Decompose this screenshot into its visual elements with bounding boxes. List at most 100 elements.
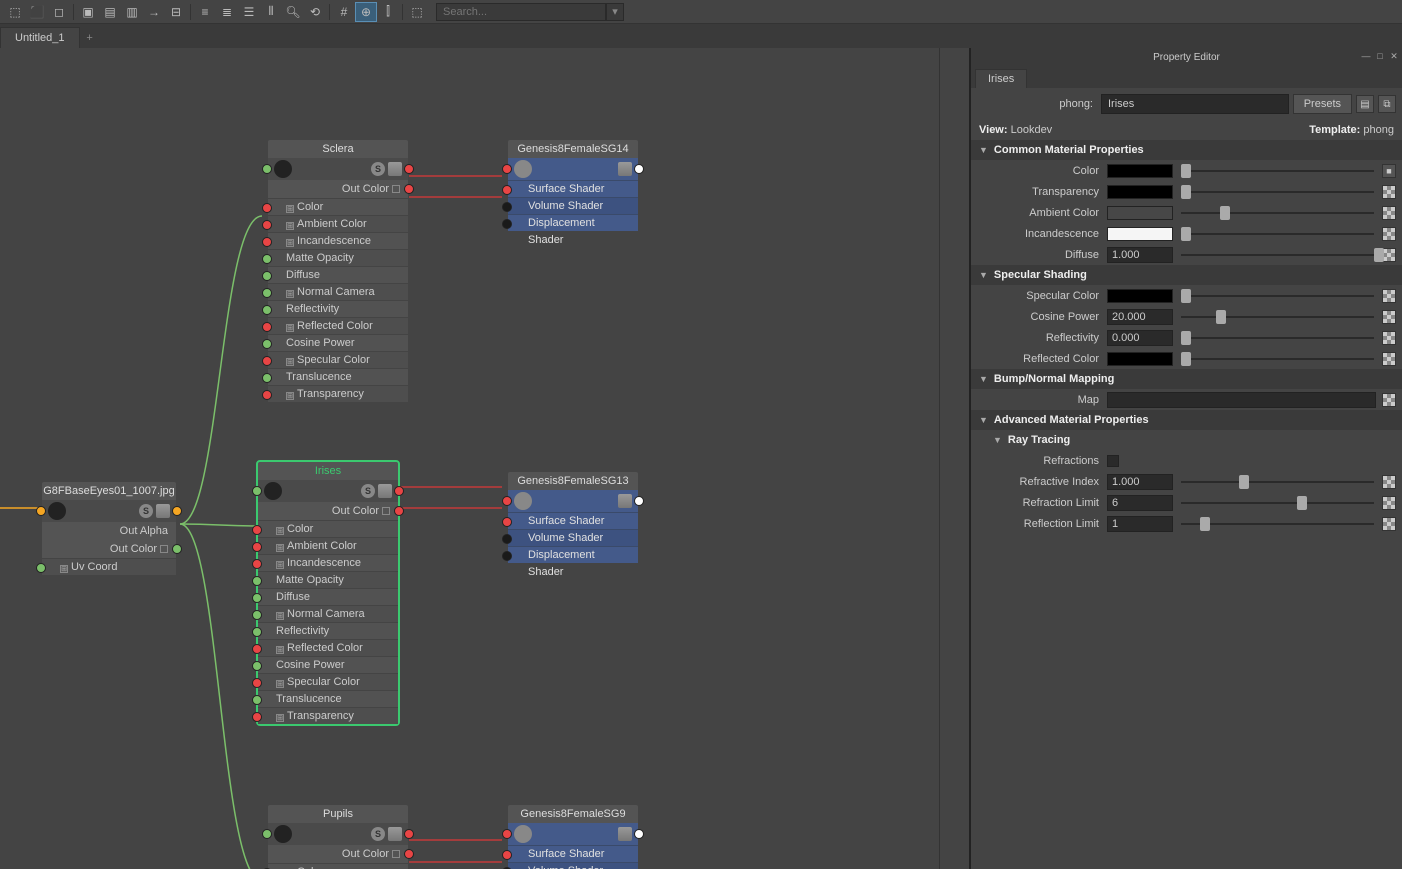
port[interactable] xyxy=(252,644,262,654)
port[interactable] xyxy=(262,305,272,315)
port-out-color[interactable] xyxy=(404,184,414,194)
port-in[interactable] xyxy=(502,496,512,506)
port-out-color[interactable] xyxy=(404,849,414,859)
tool-graph-icon[interactable]: ⊟ xyxy=(165,2,187,22)
refl-limit-input[interactable] xyxy=(1107,516,1173,532)
port-out-color[interactable] xyxy=(172,544,182,554)
slider[interactable] xyxy=(1181,481,1374,483)
tool-frame-icon[interactable]: ◻ xyxy=(48,2,70,22)
tool-layout-icon[interactable]: ⬚ xyxy=(406,2,428,22)
slider[interactable] xyxy=(1181,295,1374,297)
tool-ruler-icon[interactable]: ⫿ xyxy=(377,2,399,22)
map-input[interactable] xyxy=(1107,392,1376,408)
tool-frame-selected-icon[interactable]: ⬛ xyxy=(26,2,48,22)
color-swatch[interactable] xyxy=(1107,289,1173,303)
port-out[interactable] xyxy=(634,496,644,506)
port-out[interactable] xyxy=(394,486,404,496)
color-swatch[interactable] xyxy=(1107,227,1173,241)
slider[interactable] xyxy=(1181,358,1374,360)
show-hide-button[interactable]: ▤ xyxy=(1356,95,1374,113)
map-button[interactable] xyxy=(1382,227,1396,241)
node-sg9[interactable]: Genesis8FemaleSG9 Surface Shader Volume … xyxy=(508,805,638,869)
port-in[interactable] xyxy=(502,164,512,174)
tool-snap-icon[interactable]: ⊕ xyxy=(355,2,377,22)
port[interactable] xyxy=(502,517,512,527)
name-input[interactable] xyxy=(1101,94,1289,114)
slider[interactable] xyxy=(1181,502,1374,504)
port[interactable] xyxy=(502,202,512,212)
map-button[interactable] xyxy=(1382,393,1396,407)
port-out[interactable] xyxy=(634,829,644,839)
section-specular[interactable]: ▼Specular Shading xyxy=(971,265,1402,285)
port[interactable] xyxy=(252,542,262,552)
section-advanced[interactable]: ▼Advanced Material Properties xyxy=(971,410,1402,430)
copy-tab-button[interactable]: ⧉ xyxy=(1378,95,1396,113)
slider[interactable] xyxy=(1181,523,1374,525)
tab-add-button[interactable]: + xyxy=(80,28,100,48)
port[interactable] xyxy=(252,712,262,722)
port-in[interactable] xyxy=(262,164,272,174)
cosine-input[interactable] xyxy=(1107,309,1173,325)
port-out[interactable] xyxy=(634,164,644,174)
port[interactable] xyxy=(502,219,512,229)
map-button[interactable] xyxy=(1382,185,1396,199)
map-button[interactable] xyxy=(1382,331,1396,345)
port[interactable] xyxy=(502,534,512,544)
color-swatch[interactable] xyxy=(1107,206,1173,220)
node-menu-icon[interactable] xyxy=(618,494,632,508)
port[interactable] xyxy=(252,661,262,671)
port[interactable] xyxy=(262,203,272,213)
node-graph[interactable]: G8FBaseEyes01_1007.jpg S Out Alpha Out C… xyxy=(0,48,970,869)
map-button[interactable] xyxy=(1382,310,1396,324)
tool-align-right-icon[interactable]: ☰ xyxy=(238,2,260,22)
map-button[interactable] xyxy=(1382,352,1396,366)
node-texture[interactable]: G8FBaseEyes01_1007.jpg S Out Alpha Out C… xyxy=(42,482,176,575)
prop-tab-irises[interactable]: Irises xyxy=(975,69,1027,88)
search-dropdown-icon[interactable]: ▾ xyxy=(606,3,624,21)
tool-zoom-icon[interactable]: 🔍︎ xyxy=(282,2,304,22)
tool-arrow-icon[interactable]: → xyxy=(143,2,165,22)
slider[interactable] xyxy=(1181,170,1374,172)
slider[interactable] xyxy=(1181,254,1374,256)
slider[interactable] xyxy=(1181,233,1374,235)
tool-distribute-icon[interactable]: ⫴ xyxy=(260,2,282,22)
node-menu-icon[interactable] xyxy=(388,162,402,176)
section-bump[interactable]: ▼Bump/Normal Mapping xyxy=(971,369,1402,389)
port[interactable] xyxy=(262,288,272,298)
port[interactable] xyxy=(262,237,272,247)
slider[interactable] xyxy=(1181,212,1374,214)
tool-add-icon[interactable]: ▤ xyxy=(99,2,121,22)
map-button[interactable]: ■ xyxy=(1382,164,1396,178)
panel-close-icon[interactable]: ✕ xyxy=(1388,51,1400,63)
node-menu-icon[interactable] xyxy=(388,827,402,841)
port[interactable] xyxy=(262,271,272,281)
panel-min-icon[interactable]: — xyxy=(1360,51,1372,63)
port-in[interactable] xyxy=(502,829,512,839)
node-menu-icon[interactable] xyxy=(156,504,170,518)
port[interactable] xyxy=(252,576,262,586)
map-button[interactable] xyxy=(1382,289,1396,303)
map-button[interactable] xyxy=(1382,475,1396,489)
port-uv[interactable] xyxy=(36,563,46,573)
node-menu-icon[interactable] xyxy=(618,162,632,176)
tool-refresh-icon[interactable]: ⟲ xyxy=(304,2,326,22)
port[interactable] xyxy=(262,373,272,383)
port-out[interactable] xyxy=(172,506,182,516)
node-menu-icon[interactable] xyxy=(378,484,392,498)
port[interactable] xyxy=(262,220,272,230)
section-raytracing[interactable]: ▼Ray Tracing xyxy=(971,430,1402,450)
port[interactable] xyxy=(252,610,262,620)
tool-frame-all-icon[interactable]: ⬚ xyxy=(4,2,26,22)
slider[interactable] xyxy=(1181,191,1374,193)
node-pupils[interactable]: Pupils S Out Color ⊞Color ⊞Ambient Color… xyxy=(268,805,408,869)
tool-grid-icon[interactable]: # xyxy=(333,2,355,22)
tool-remove-icon[interactable]: ▥ xyxy=(121,2,143,22)
color-swatch[interactable] xyxy=(1107,185,1173,199)
tool-align-left-icon[interactable]: ≡ xyxy=(194,2,216,22)
port[interactable] xyxy=(252,678,262,688)
port[interactable] xyxy=(502,850,512,860)
search-input[interactable] xyxy=(436,3,606,21)
diffuse-input[interactable] xyxy=(1107,247,1173,263)
node-sg13[interactable]: Genesis8FemaleSG13 Surface Shader Volume… xyxy=(508,472,638,563)
port[interactable] xyxy=(502,185,512,195)
